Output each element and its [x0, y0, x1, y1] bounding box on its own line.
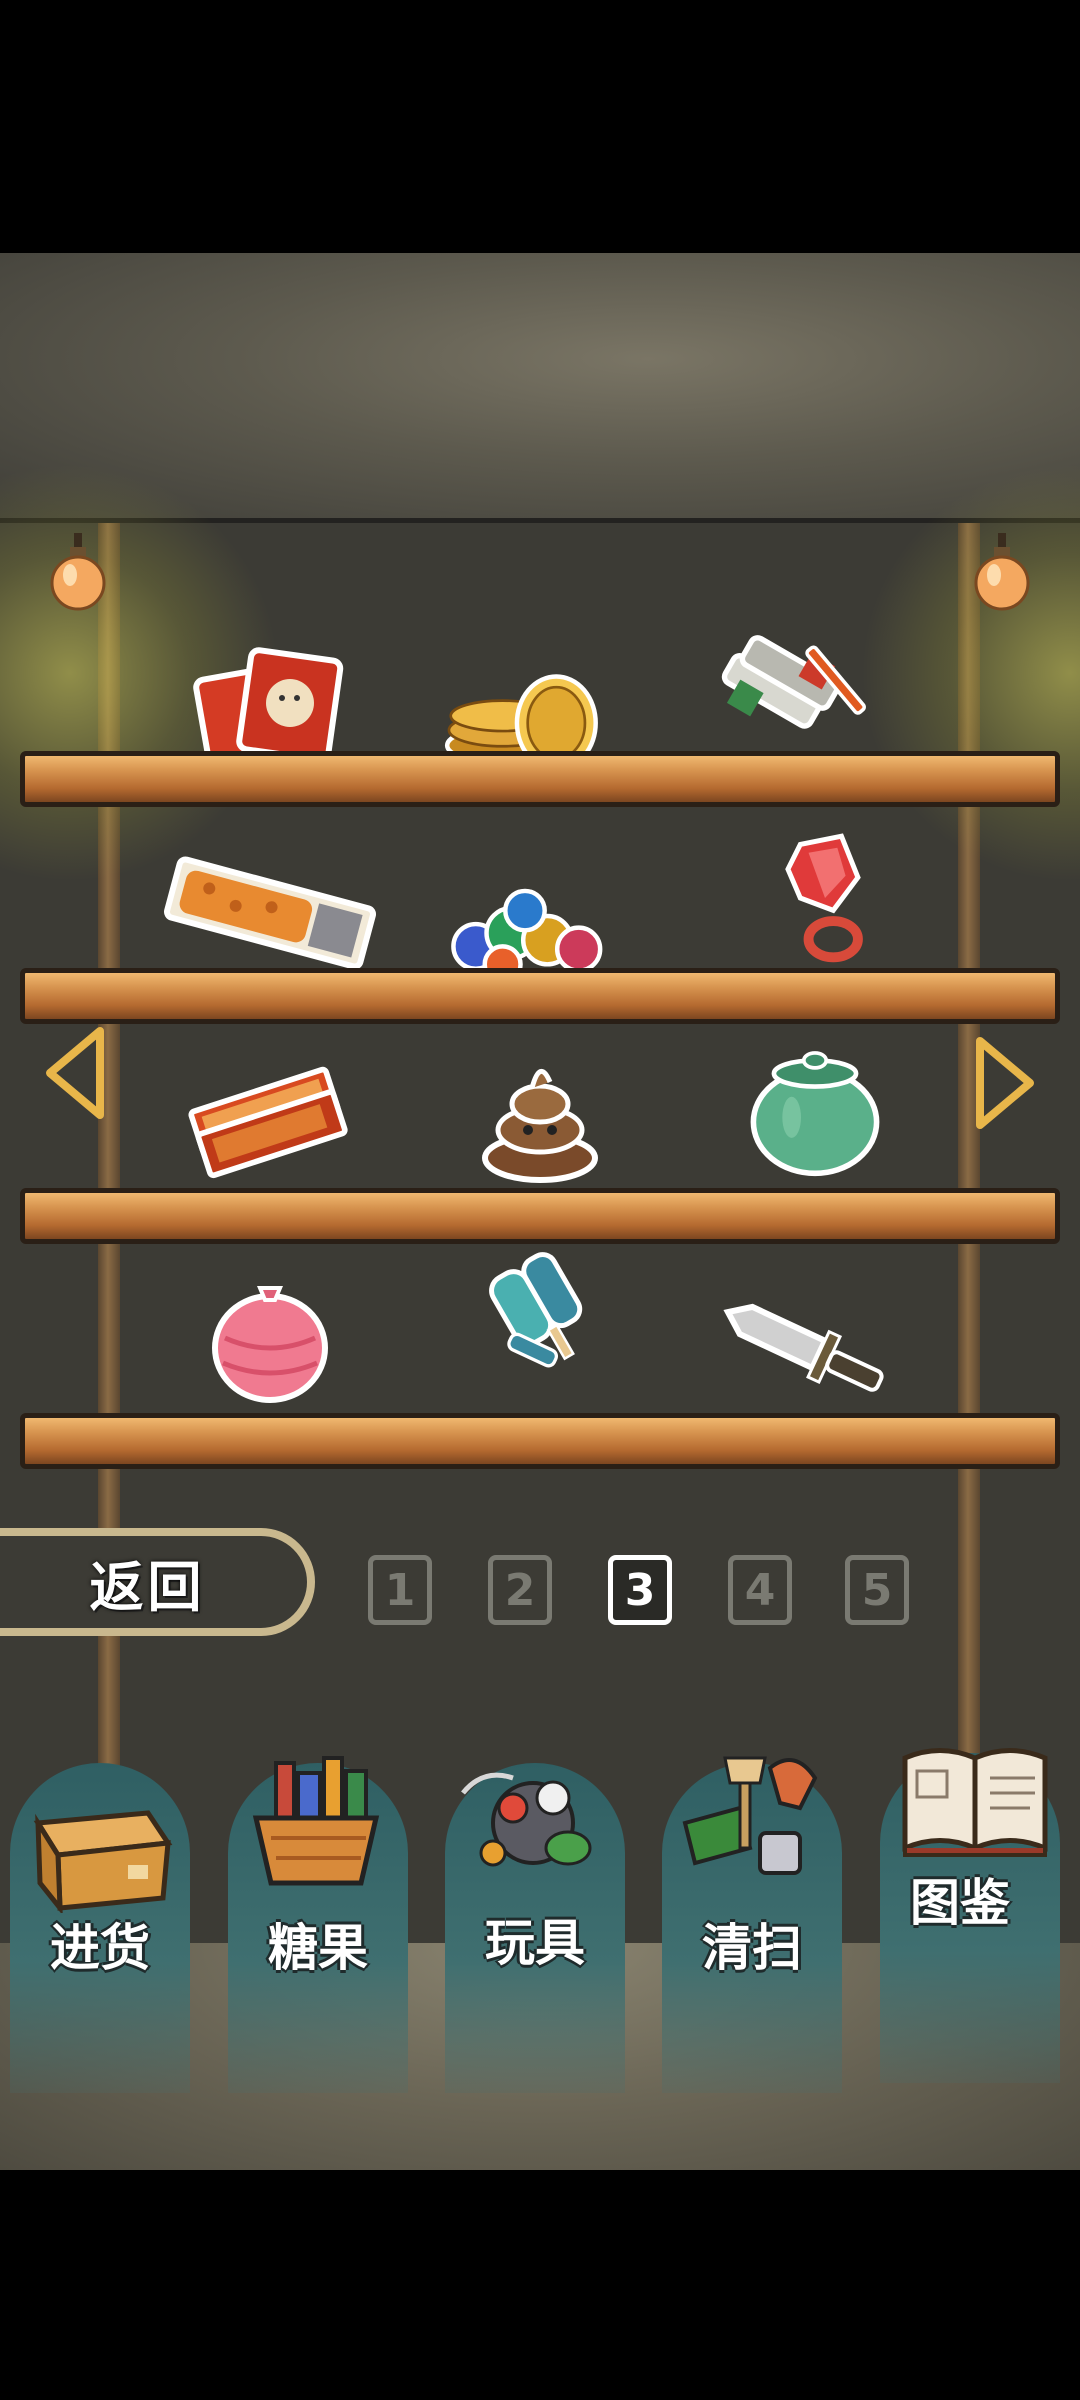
nav-label-candy: 糖果: [268, 1919, 368, 1977]
toy-knife-icon[interactable]: [710, 1278, 900, 1418]
shelf-board: [20, 1188, 1060, 1244]
page-button-4[interactable]: 4: [728, 1555, 792, 1625]
popsicle-icon[interactable]: [460, 1243, 630, 1383]
shelf-board: [20, 1413, 1060, 1469]
nav-label-encyclopedia: 图鉴: [910, 1874, 1010, 1932]
page-button-2[interactable]: 2: [488, 1555, 552, 1625]
nav-label-stock: 进货: [50, 1919, 150, 1977]
nav-label-cleaning: 清扫: [702, 1919, 802, 1977]
poop-toy-icon[interactable]: [470, 1048, 610, 1188]
next-page-arrow-icon[interactable]: [970, 1033, 1040, 1133]
page-button-1[interactable]: 1: [368, 1555, 432, 1625]
paint-tubes-icon[interactable]: [705, 628, 875, 768]
light-bulb-icon: [50, 533, 106, 611]
nav-label-toys: 玩具: [485, 1914, 585, 1972]
toy-pile-icon: [461, 1772, 592, 1867]
status-bar-area: [0, 0, 1080, 253]
previous-page-arrow-icon[interactable]: [40, 1023, 110, 1123]
green-jar-icon[interactable]: [740, 1038, 890, 1178]
candy-basket-icon: [252, 1756, 380, 1886]
light-bulb-icon: [974, 533, 1030, 611]
page-button-3-current[interactable]: 3: [608, 1555, 672, 1625]
lamp-glow-right: [860, 463, 1080, 883]
water-balloon-icon[interactable]: [205, 1268, 335, 1408]
candy-pack-icon[interactable]: [180, 1043, 350, 1183]
cardboard-box-icon: [33, 1810, 173, 1913]
back-wall: [0, 253, 1080, 518]
ring-pop-icon[interactable]: [740, 828, 910, 968]
back-button-label: 返回: [89, 1555, 206, 1619]
open-book-icon: [902, 1748, 1048, 1857]
game-screen: 返回 1 2 3 4 5 进货 糖果 玩具 清扫 图鉴: [0, 253, 1080, 2170]
cleaning-tools-icon: [682, 1756, 818, 1875]
shelf-board: [20, 751, 1060, 807]
shelf-board: [20, 968, 1060, 1024]
navigation-bar-area: [0, 2170, 1080, 2400]
page-button-5[interactable]: 5: [845, 1555, 909, 1625]
back-button[interactable]: 返回: [0, 1528, 315, 1636]
snack-bar-icon[interactable]: [160, 843, 380, 983]
